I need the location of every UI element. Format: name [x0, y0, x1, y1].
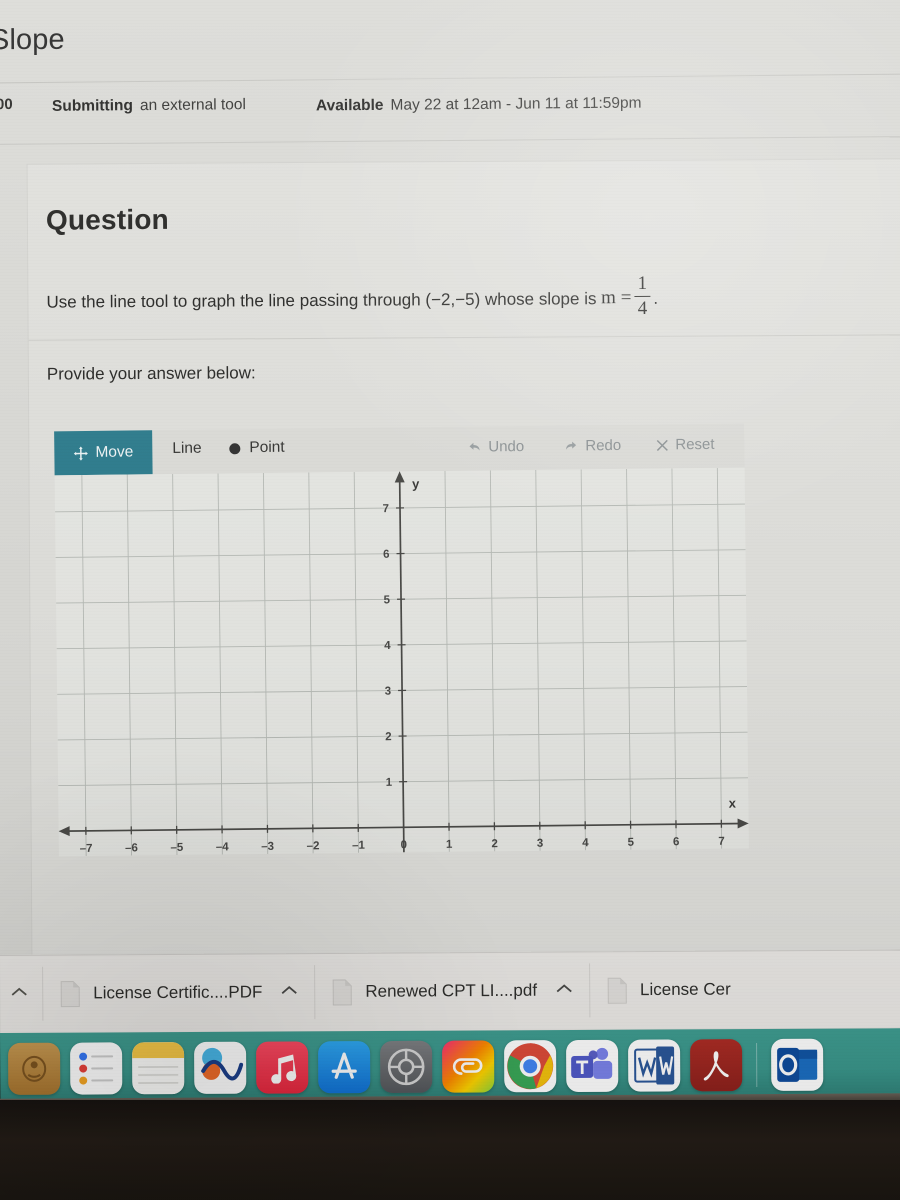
svg-text:–6: –6	[125, 842, 138, 854]
download-filename: Renewed CPT LI....pdf	[365, 980, 538, 1001]
shelf-expand-chevron-icon[interactable]	[10, 985, 28, 1003]
svg-text:1: 1	[446, 839, 453, 851]
laptop-bottom-bezel: MacBook Air	[0, 1100, 900, 1200]
fraction-denominator: 4	[637, 298, 648, 320]
assignment-title-bar: Slope	[0, 14, 690, 66]
pdf-file-icon	[59, 980, 81, 1007]
coordinate-plane-svg[interactable]: –7 –6 –5 –4 –3 –2 –1 0 1 2 3 4 5 6 7 1 2 3 4 5 6 7 x y	[55, 467, 749, 857]
dock-item-reminders[interactable]	[70, 1042, 123, 1095]
dock-item-chrome[interactable]	[504, 1040, 557, 1093]
download-filename: License Cer	[639, 979, 731, 1000]
dock-item-notes[interactable]	[132, 1042, 185, 1095]
svg-text:6: 6	[673, 836, 680, 848]
svg-text:1: 1	[386, 777, 393, 789]
svg-text:3: 3	[385, 686, 392, 698]
dock-item-app-store[interactable]	[318, 1041, 371, 1094]
close-icon	[656, 439, 668, 451]
line-tool-button[interactable]: Line	[172, 440, 202, 458]
undo-label: Undo	[488, 438, 525, 456]
svg-text:2: 2	[491, 838, 498, 850]
slope-variable: m	[601, 287, 617, 309]
question-card: Question Use the line tool to graph the …	[27, 159, 900, 955]
slope-fraction: 1 4	[634, 272, 651, 320]
trailing-period: .	[653, 288, 659, 308]
download-menu-chevron-icon[interactable]	[555, 982, 573, 1000]
question-statement: Use the line tool to graph the line pass…	[46, 289, 602, 312]
svg-text:7: 7	[718, 836, 725, 848]
answer-prompt: Provide your answer below:	[46, 363, 256, 384]
redo-label: Redo	[585, 436, 622, 455]
svg-text:5: 5	[384, 594, 391, 606]
download-menu-chevron-icon[interactable]	[280, 983, 298, 1001]
dock-item-system-settings[interactable]	[380, 1040, 433, 1094]
move-tool-label: Move	[95, 443, 134, 461]
question-divider	[28, 334, 900, 341]
fraction-bar	[634, 295, 651, 298]
page-title: Slope	[0, 23, 65, 56]
pdf-file-icon	[606, 977, 628, 1004]
graphing-widget: Move Line Point Undo Redo Reset –7 –6 –5…	[54, 423, 749, 857]
svg-text:x: x	[729, 796, 737, 811]
points-value: 00	[0, 95, 13, 114]
available-value: May 22 at 12am - Jun 11 at 11:59pm	[390, 94, 642, 114]
reset-label: Reset	[675, 435, 715, 454]
svg-text:5: 5	[628, 837, 635, 849]
svg-text:–3: –3	[261, 841, 274, 853]
pdf-file-icon	[331, 978, 353, 1005]
svg-text:–4: –4	[216, 841, 230, 853]
fraction-numerator: 1	[637, 272, 648, 294]
graph-toolbar: Move Line Point Undo Redo Reset	[54, 423, 745, 476]
redo-button[interactable]: Redo	[564, 437, 621, 455]
svg-text:0: 0	[401, 839, 408, 851]
svg-text:7: 7	[383, 503, 390, 515]
available-label: Available	[315, 96, 384, 115]
svg-text:2: 2	[385, 731, 392, 743]
dock-divider	[756, 1043, 758, 1088]
download-item[interactable]: License Cer	[590, 960, 747, 1019]
download-item[interactable]: Renewed CPT LI....pdf	[315, 961, 589, 1021]
undo-button[interactable]: Undo	[467, 438, 524, 456]
dock-item-freeform[interactable]	[194, 1041, 247, 1094]
svg-text:–7: –7	[80, 843, 93, 855]
svg-text:6: 6	[383, 549, 390, 561]
svg-text:–1: –1	[352, 840, 366, 852]
download-shelf: License Certific....PDF Renewed CPT LI...…	[0, 949, 900, 1033]
redo-arrow-icon	[564, 439, 578, 453]
dock-item-acrobat[interactable]	[690, 1039, 743, 1092]
svg-text:4: 4	[384, 640, 391, 652]
dock-item-outlook[interactable]	[771, 1038, 824, 1091]
move-tool-button[interactable]: Move	[54, 430, 153, 476]
submitting-value: an external tool	[139, 96, 247, 115]
available-meta: Available May 22 at 12am - Jun 11 at 11:…	[316, 95, 642, 116]
submitting-label: Submitting	[51, 97, 134, 115]
dock-item-teams[interactable]	[566, 1039, 619, 1093]
point-tool-label: Point	[249, 438, 285, 457]
dock-item-word[interactable]	[628, 1039, 681, 1092]
move-cross-icon	[73, 445, 88, 461]
svg-text:–2: –2	[307, 840, 320, 852]
question-heading: Question	[45, 203, 169, 236]
line-tool-label: Line	[172, 439, 202, 458]
question-text: Use the line tool to graph the line pass…	[46, 272, 806, 325]
point-dot-icon	[229, 442, 241, 454]
submitting-meta: Submitting an external tool	[52, 96, 246, 116]
dock-item-creative-cloud[interactable]	[442, 1040, 495, 1093]
dock-item-finder[interactable]	[8, 1042, 61, 1095]
dock-item-music[interactable]	[256, 1041, 309, 1094]
laptop-screen: Slope 00 Submitting an external tool Ava…	[0, 0, 900, 1035]
point-tool-button[interactable]: Point	[229, 439, 285, 458]
svg-text:3: 3	[537, 838, 544, 850]
svg-text:y: y	[412, 476, 420, 491]
svg-text:–5: –5	[170, 842, 184, 854]
equals-sign: =	[620, 287, 632, 309]
svg-text:4: 4	[582, 837, 589, 849]
download-item[interactable]: License Certific....PDF	[43, 963, 314, 1023]
coordinate-plane[interactable]: –7 –6 –5 –4 –3 –2 –1 0 1 2 3 4 5 6 7 1 2 3 4 5 6 7 x y	[54, 467, 749, 857]
reset-button[interactable]: Reset	[656, 435, 715, 454]
undo-arrow-icon	[467, 440, 481, 454]
download-filename: License Certific....PDF	[93, 982, 263, 1003]
